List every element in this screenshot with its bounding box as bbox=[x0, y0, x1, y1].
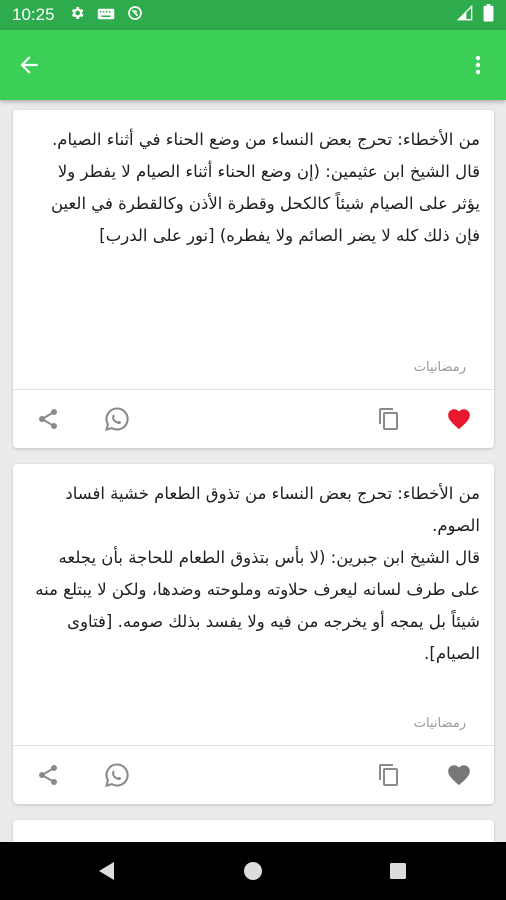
no-sync-icon bbox=[127, 5, 143, 25]
favorite-button[interactable] bbox=[436, 746, 482, 804]
status-time: 10:25 bbox=[12, 5, 55, 24]
copy-button[interactable] bbox=[366, 746, 412, 804]
recents-square-icon bbox=[389, 862, 407, 880]
post-text: من الأخطاء: تحرج بعض النساء من تذوق الطع… bbox=[13, 464, 494, 670]
posts-feed[interactable]: من الأخطاء: تحرج بعض النساء من وضع الحنا… bbox=[0, 100, 506, 842]
battery-icon bbox=[483, 4, 494, 26]
home-circle-icon bbox=[243, 861, 263, 881]
copy-icon bbox=[377, 407, 401, 431]
card-actions bbox=[13, 746, 494, 804]
back-arrow-icon[interactable] bbox=[16, 52, 42, 78]
gear-icon bbox=[69, 5, 85, 25]
post-paragraph: من الأخطاء: تحرج بعض النساء من تذوق الطع… bbox=[65, 484, 480, 535]
post-category-tag: رمضانيات bbox=[413, 360, 466, 375]
copy-icon bbox=[377, 763, 401, 787]
post-paragraph: قال الشيخ ابن عثيمين: (إن وضع الحناء أثن… bbox=[50, 162, 480, 245]
more-vert-icon[interactable] bbox=[466, 53, 490, 77]
whatsapp-icon bbox=[103, 761, 131, 789]
share-button[interactable] bbox=[25, 390, 71, 448]
post-card: من الأخطاء: تحرج بعض النساء من تذوق الطع… bbox=[13, 464, 494, 804]
card-actions bbox=[13, 390, 494, 448]
back-triangle-icon bbox=[96, 860, 116, 882]
whatsapp-share-button[interactable] bbox=[94, 390, 140, 448]
whatsapp-share-button[interactable] bbox=[94, 746, 140, 804]
signal-icon bbox=[456, 4, 473, 25]
share-icon bbox=[36, 407, 60, 431]
post-card bbox=[13, 820, 494, 842]
whatsapp-icon bbox=[103, 405, 131, 433]
nav-home-button[interactable] bbox=[223, 842, 283, 900]
app-toolbar bbox=[0, 30, 506, 100]
system-nav-bar bbox=[0, 842, 506, 900]
copy-button[interactable] bbox=[366, 390, 412, 448]
post-category-tag: رمضانيات bbox=[413, 716, 466, 731]
post-paragraph: من الأخطاء: تحرج بعض النساء من وضع الحنا… bbox=[52, 130, 480, 149]
post-card: من الأخطاء: تحرج بعض النساء من وضع الحنا… bbox=[13, 110, 494, 448]
share-button[interactable] bbox=[25, 746, 71, 804]
keyboard-icon bbox=[97, 6, 115, 25]
nav-recents-button[interactable] bbox=[368, 842, 428, 900]
heart-icon bbox=[446, 406, 472, 432]
heart-icon bbox=[446, 762, 472, 788]
nav-back-button[interactable] bbox=[76, 842, 136, 900]
share-icon bbox=[36, 763, 60, 787]
post-paragraph: قال الشيخ ابن جبرين: (لا بأس بتذوق الطعا… bbox=[35, 548, 480, 663]
status-bar: 10:25 bbox=[0, 0, 506, 30]
post-text: من الأخطاء: تحرج بعض النساء من وضع الحنا… bbox=[13, 110, 494, 252]
favorite-button[interactable] bbox=[436, 390, 482, 448]
